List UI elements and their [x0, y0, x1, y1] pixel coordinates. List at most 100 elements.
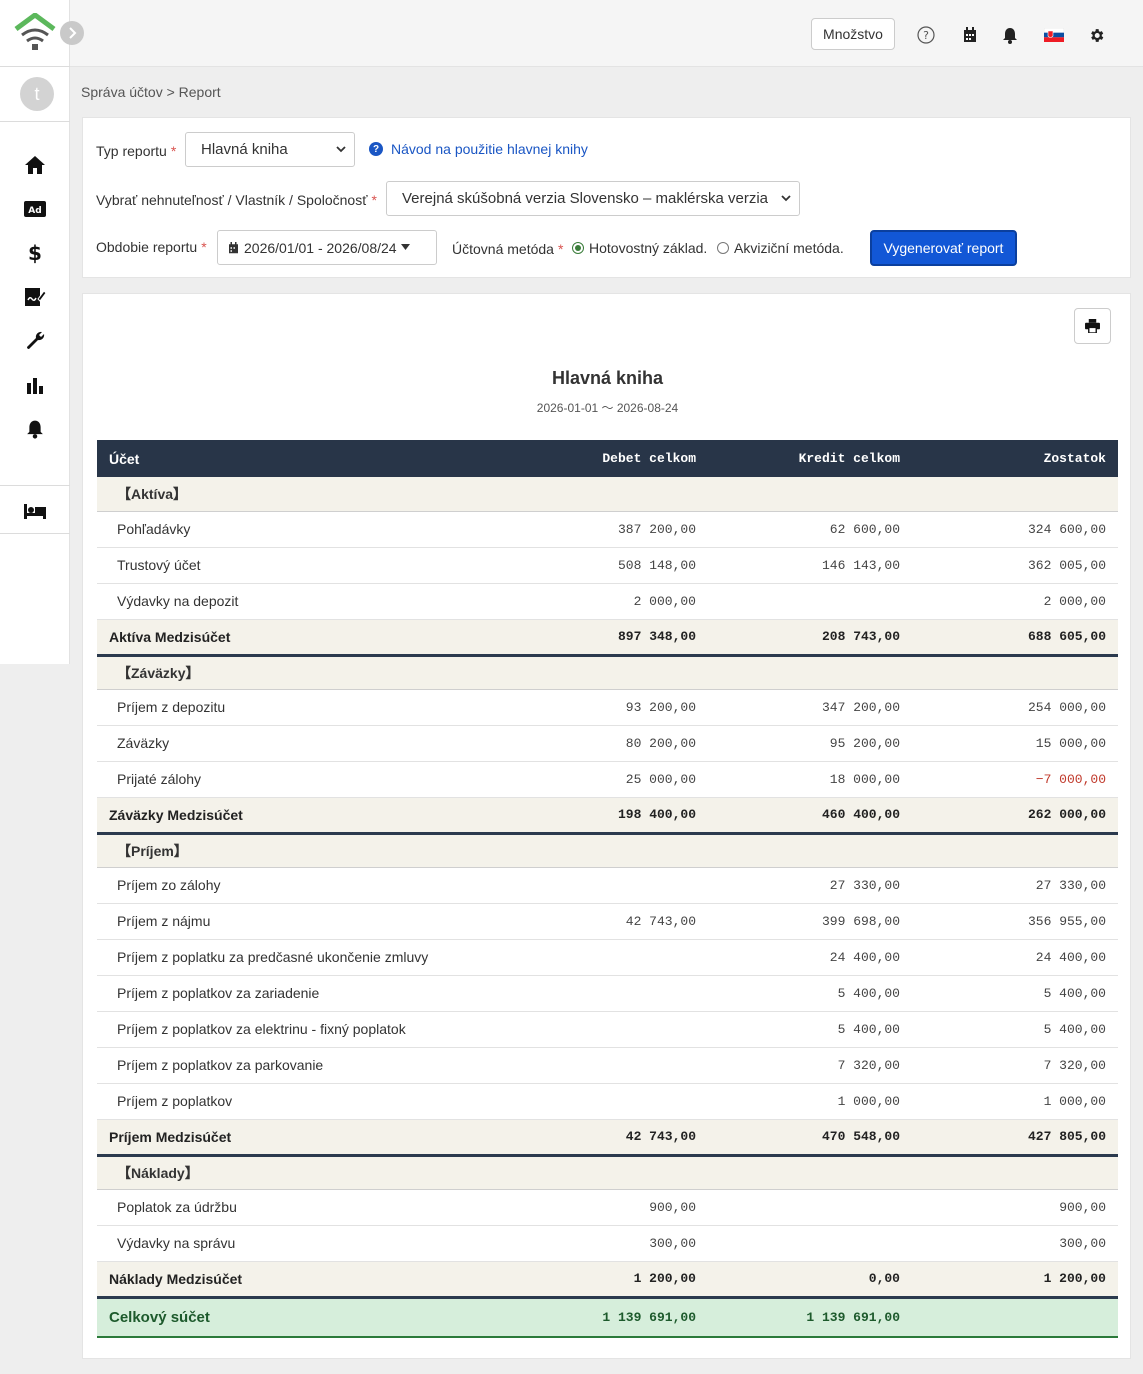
credit-value: 1 000,00	[708, 1083, 912, 1120]
account-name: Príjem z depozitu	[97, 689, 505, 726]
table-header-row: Účet Debet celkom Kredit celkom Zostatok	[97, 440, 1118, 477]
credit-value	[708, 1189, 912, 1226]
sidebar: t Ad $	[0, 0, 70, 664]
dollar-icon[interactable]: $	[22, 240, 48, 266]
home-icon[interactable]	[22, 152, 48, 178]
calendar-icon[interactable]	[959, 24, 981, 46]
table-row: Príjem z poplatkov za elektrinu - fixný …	[97, 1011, 1118, 1048]
sidebar-collapse-button[interactable]	[60, 21, 84, 45]
account-name: Poplatok za údržbu	[97, 1189, 505, 1226]
top-header: Množstvo ?	[0, 0, 1143, 67]
balance-value: 300,00	[912, 1225, 1118, 1262]
help-guide-link[interactable]: ? Návod na použitie hlavnej knihy	[369, 141, 588, 157]
account-name: Príjem z poplatkov za parkovanie	[97, 1047, 505, 1084]
chevron-down-icon	[336, 146, 346, 153]
credit-value: 24 400,00	[708, 939, 912, 976]
calendar-icon	[229, 241, 238, 253]
group-name: 【Záväzky】	[97, 655, 1118, 690]
credit-value	[708, 1225, 912, 1262]
method-cash-radio[interactable]: Hotovostný základ.	[572, 240, 707, 256]
group-header-row: 【Aktíva】	[97, 477, 1118, 512]
credit-value: 62 600,00	[708, 511, 912, 548]
help-icon[interactable]: ?	[915, 24, 937, 46]
sidebar-divider	[0, 66, 70, 67]
wrench-icon[interactable]	[22, 328, 48, 354]
ad-icon[interactable]: Ad	[22, 196, 48, 222]
debit-value: 387 200,00	[505, 511, 708, 548]
subtotal-credit: 0,00	[708, 1261, 912, 1299]
grand-total-debit: 1 139 691,00	[505, 1297, 708, 1338]
table-row: Príjem z poplatku za predčasné ukončenie…	[97, 939, 1118, 976]
print-button[interactable]	[1074, 308, 1111, 344]
subtotal-row: Náklady Medzisúčet 1 200,00 0,00 1 200,00	[97, 1261, 1118, 1299]
date-range-picker[interactable]: 2026/01/01 - 2026/08/24	[217, 230, 437, 265]
subtotal-balance: 427 805,00	[912, 1119, 1118, 1157]
slovak-flag-icon[interactable]	[1043, 24, 1065, 46]
balance-value: 27 330,00	[912, 867, 1118, 904]
balance-value: 24 400,00	[912, 939, 1118, 976]
notification-bell-icon[interactable]	[999, 24, 1021, 46]
contract-icon[interactable]	[22, 284, 48, 310]
group-name: 【Náklady】	[97, 1155, 1118, 1190]
settings-gear-icon[interactable]	[1085, 24, 1107, 46]
table-row: Príjem z depozitu 93 200,00 347 200,00 254 …	[97, 689, 1118, 726]
grand-total-credit: 1 139 691,00	[708, 1297, 912, 1338]
svg-text:?: ?	[923, 29, 929, 42]
report-type-select[interactable]: Hlavná kniha	[185, 132, 355, 167]
balance-value: −7 000,00	[912, 761, 1118, 798]
debit-value	[505, 1083, 708, 1120]
property-label: Vybrať nehnuteľnosť / Vlastník / Spoločn…	[96, 192, 377, 208]
grand-total-row: Celkový súčet 1 139 691,00 1 139 691,00	[97, 1297, 1118, 1338]
credit-value: 95 200,00	[708, 725, 912, 762]
ledger-body: 【Aktíva】 Pohľadávky 387 200,00 62 600,00 324…	[97, 477, 1118, 1338]
avatar[interactable]: t	[20, 77, 54, 111]
chevron-down-icon	[781, 195, 791, 202]
bed-icon[interactable]	[22, 498, 48, 524]
bar-chart-icon[interactable]	[22, 372, 48, 398]
debit-value	[505, 975, 708, 1012]
grand-total-label: Celkový súčet	[97, 1297, 505, 1338]
col-debit: Debet celkom	[505, 440, 708, 477]
subtotal-credit: 470 548,00	[708, 1119, 912, 1157]
group-header-row: 【Záväzky】	[97, 655, 1118, 690]
group-header-row: 【Príjem】	[97, 833, 1118, 868]
subtotal-balance: 1 200,00	[912, 1261, 1118, 1299]
subtotal-balance: 688 605,00	[912, 619, 1118, 657]
subtotal-label: Náklady Medzisúčet	[97, 1261, 505, 1299]
account-name: Pohľadávky	[97, 511, 505, 548]
account-name: Príjem z poplatkov za elektrinu - fixný …	[97, 1011, 505, 1048]
credit-value: 18 000,00	[708, 761, 912, 798]
account-name: Výdavky na správu	[97, 1225, 505, 1262]
table-row: Príjem z poplatkov za zariadenie 5 400,00…	[97, 975, 1118, 1012]
logo[interactable]	[14, 12, 56, 53]
debit-value: 900,00	[505, 1189, 708, 1226]
grand-total-balance	[912, 1297, 1118, 1338]
account-name: Trustový účet	[97, 547, 505, 584]
subtotal-debit: 198 400,00	[505, 797, 708, 835]
account-name: Príjem z poplatku za predčasné ukončenie…	[97, 939, 505, 976]
account-name: Príjem z poplatkov za zariadenie	[97, 975, 505, 1012]
method-accrual-radio[interactable]: Akviziční metóda.	[717, 240, 844, 256]
balance-value: 324 600,00	[912, 511, 1118, 548]
subtotal-label: Príjem Medzisúčet	[97, 1119, 505, 1157]
debit-value: 300,00	[505, 1225, 708, 1262]
debit-value: 25 000,00	[505, 761, 708, 798]
col-balance: Zostatok	[912, 440, 1118, 477]
account-name: Prijaté zálohy	[97, 761, 505, 798]
quantity-button[interactable]: Množstvo	[811, 18, 895, 50]
debit-value	[505, 939, 708, 976]
group-name: 【Príjem】	[97, 833, 1118, 868]
debit-value	[505, 1047, 708, 1084]
credit-value: 5 400,00	[708, 975, 912, 1012]
credit-value: 347 200,00	[708, 689, 912, 726]
period-label: Obdobie reportu *	[96, 239, 207, 255]
report-card: Hlavná kniha 2026-01-01 〜 2026-08-24 Úče…	[82, 293, 1131, 1359]
subtotal-balance: 262 000,00	[912, 797, 1118, 835]
property-select[interactable]: Verejná skúšobná verzia Slovensko – makl…	[386, 181, 800, 216]
generate-report-button[interactable]: Vygenerovať report	[870, 230, 1017, 266]
bell-icon[interactable]	[22, 416, 48, 442]
account-name: Záväzky	[97, 725, 505, 762]
balance-value: 2 000,00	[912, 583, 1118, 620]
credit-value: 5 400,00	[708, 1011, 912, 1048]
account-name: Príjem z nájmu	[97, 903, 505, 940]
